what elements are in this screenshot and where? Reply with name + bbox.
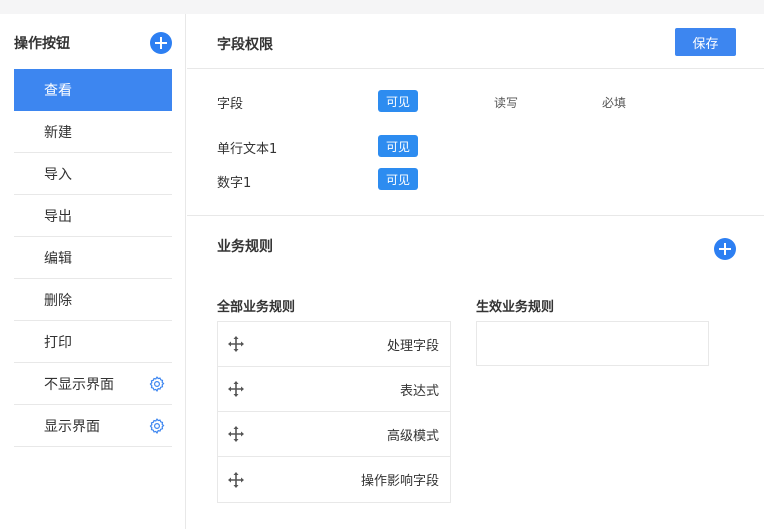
permission-chip[interactable]: 可见 (378, 168, 419, 190)
sidebar-item[interactable]: 打印 (14, 321, 172, 363)
drag-move-icon[interactable] (228, 471, 244, 488)
rule-item-label: 操作影响字段 (360, 474, 439, 489)
sidebar-item[interactable]: 编辑 (14, 237, 172, 279)
top-bar (0, 0, 764, 14)
active-rules-dropzone[interactable] (476, 321, 709, 366)
main-panel: 字段权限 保存 字段 可见 读写 必填 单行文本1 可见 数字1 可见 业务规则… (187, 14, 764, 529)
field-row-label: 数字1 (217, 176, 252, 191)
save-button[interactable]: 保存 (675, 28, 736, 56)
sidebar-item-label: 新建 (44, 124, 72, 141)
add-button-icon[interactable] (150, 32, 172, 54)
rule-item[interactable]: 处理字段 (218, 322, 450, 367)
drag-move-icon[interactable] (228, 381, 244, 397)
sidebar-item-label: 导入 (44, 166, 72, 183)
field-permissions-header: 字段权限 保存 (187, 14, 764, 69)
rule-item-label: 高级模式 (386, 428, 439, 444)
gear-icon[interactable] (148, 417, 166, 435)
sidebar-title: 操作按钮 (14, 36, 70, 52)
sidebar-item[interactable]: 导入 (14, 153, 172, 195)
read-write-header[interactable]: 读写 (494, 94, 518, 111)
sidebar-item-label: 删除 (44, 292, 72, 309)
drag-move-icon[interactable] (228, 426, 244, 442)
sidebar-item-label: 编辑 (44, 250, 72, 267)
sidebar-header: 操作按钮 (14, 28, 172, 58)
rule-item-label: 处理字段 (386, 338, 439, 354)
required-header[interactable]: 必填 (602, 94, 626, 111)
drag-move-icon[interactable] (228, 336, 244, 352)
sidebar: 操作按钮 查看新建导入导出编辑删除打印不显示界面显示界面 (0, 14, 186, 529)
rule-item[interactable]: 表达式 (218, 367, 450, 412)
rule-item[interactable]: 操作影响字段 (218, 457, 450, 502)
sidebar-list: 查看新建导入导出编辑删除打印不显示界面显示界面 (14, 69, 172, 447)
sidebar-item-label: 查看 (44, 82, 72, 99)
sidebar-item[interactable]: 删除 (14, 279, 172, 321)
gear-icon[interactable] (148, 375, 166, 393)
sidebar-item-label: 导出 (44, 208, 72, 225)
visible-header-chip[interactable]: 可见 (378, 90, 419, 112)
sidebar-item[interactable]: 显示界面 (14, 405, 172, 447)
sidebar-item[interactable]: 新建 (14, 111, 172, 153)
rule-item-label: 表达式 (399, 383, 439, 399)
business-rules-title: 业务规则 (217, 239, 273, 255)
all-rules-list: 处理字段表达式高级模式操作影响字段 (217, 321, 451, 503)
active-rules-label: 生效业务规则 (476, 300, 555, 315)
sidebar-item-label: 显示界面 (44, 418, 100, 435)
all-rules-label: 全部业务规则 (217, 300, 296, 315)
field-row-label: 单行文本1 (217, 142, 278, 157)
section-title: 字段权限 (217, 37, 273, 53)
sidebar-item-label: 不显示界面 (44, 376, 114, 393)
field-header-label: 字段 (217, 97, 244, 112)
add-rule-button-icon[interactable] (714, 238, 736, 260)
rule-item[interactable]: 高级模式 (218, 412, 450, 457)
section-divider (187, 215, 764, 216)
sidebar-item[interactable]: 不显示界面 (14, 363, 172, 405)
sidebar-item[interactable]: 查看 (14, 69, 172, 111)
sidebar-item[interactable]: 导出 (14, 195, 172, 237)
permission-chip[interactable]: 可见 (378, 135, 419, 157)
sidebar-item-label: 打印 (44, 334, 72, 351)
